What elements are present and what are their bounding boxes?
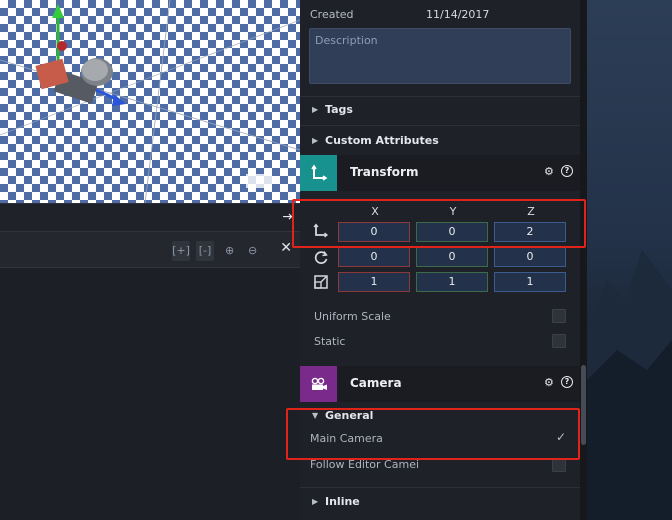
uniform-scale-label: Uniform Scale bbox=[314, 310, 391, 323]
gear-icon[interactable]: ⚙ bbox=[544, 376, 554, 389]
created-value: 11/14/2017 bbox=[426, 8, 490, 21]
lower-panel-header: [+] [-] ⊕ ⊖ ✕ bbox=[0, 232, 300, 268]
highlight-main-camera bbox=[286, 408, 580, 460]
custom-attributes-label: Custom Attributes bbox=[325, 134, 439, 147]
rotation-y-input[interactable]: 0 bbox=[416, 247, 488, 267]
camera-title: Camera bbox=[350, 376, 402, 390]
gear-icon[interactable]: ⚙ bbox=[544, 165, 554, 178]
viewport-scene bbox=[0, 0, 300, 203]
viewport-toolbar: ⇥ bbox=[0, 203, 300, 231]
static-label: Static bbox=[314, 335, 346, 348]
camera-header[interactable]: Camera ⚙ ? bbox=[300, 366, 580, 402]
uniform-scale-checkbox[interactable] bbox=[552, 309, 566, 323]
close-icon[interactable]: ✕ bbox=[280, 240, 292, 256]
transform-header[interactable]: Transform ⚙ ? bbox=[300, 155, 580, 191]
transform-icon bbox=[300, 155, 337, 191]
rotation-z-input[interactable]: 0 bbox=[494, 247, 566, 267]
tags-label: Tags bbox=[325, 103, 353, 116]
inline-label: Inline bbox=[325, 495, 360, 508]
inline-section[interactable]: ▶ Inline bbox=[300, 488, 580, 516]
rotation-icon bbox=[313, 249, 329, 265]
help-icon[interactable]: ? bbox=[561, 376, 573, 388]
inspector-scrollbar[interactable] bbox=[580, 0, 587, 520]
highlight-position-row bbox=[292, 199, 586, 248]
scale-icon bbox=[313, 274, 329, 290]
zoom-in-icon[interactable]: ⊕ bbox=[225, 241, 234, 261]
zoom-out-icon[interactable]: ⊖ bbox=[248, 241, 257, 261]
desktop-background bbox=[587, 0, 672, 520]
camera-icon bbox=[300, 366, 337, 402]
lower-panel: [+] [-] ⊕ ⊖ ✕ bbox=[0, 231, 300, 520]
editor-window: ⇥ [+] [-] ⊕ ⊖ ✕ Created 11/14/2017 Descr… bbox=[0, 0, 672, 520]
follow-editor-camera-checkbox[interactable] bbox=[552, 458, 566, 472]
scrollbar-thumb[interactable] bbox=[581, 365, 586, 445]
viewport[interactable] bbox=[0, 0, 300, 203]
expand-arrow-icon: ▶ bbox=[312, 136, 319, 145]
help-icon[interactable]: ? bbox=[561, 165, 573, 177]
divider bbox=[300, 125, 580, 126]
scale-y-input[interactable]: 1 bbox=[416, 272, 488, 292]
created-label: Created bbox=[310, 8, 354, 21]
expand-arrow-icon: ▶ bbox=[312, 497, 319, 506]
expand-arrow-icon: ▶ bbox=[312, 105, 319, 114]
scale-z-input[interactable]: 1 bbox=[494, 272, 566, 292]
scale-x-input[interactable]: 1 bbox=[338, 272, 410, 292]
frame-all-button[interactable]: [-] bbox=[196, 241, 214, 261]
frame-selection-button[interactable]: [+] bbox=[172, 241, 190, 261]
description-field[interactable]: Description bbox=[309, 28, 571, 84]
tags-section[interactable]: ▶ Tags bbox=[300, 96, 580, 124]
description-placeholder: Description bbox=[315, 34, 378, 47]
custom-attributes-section[interactable]: ▶ Custom Attributes bbox=[300, 127, 580, 155]
static-checkbox[interactable] bbox=[552, 334, 566, 348]
transform-title: Transform bbox=[350, 165, 419, 179]
rotation-x-input[interactable]: 0 bbox=[338, 247, 410, 267]
